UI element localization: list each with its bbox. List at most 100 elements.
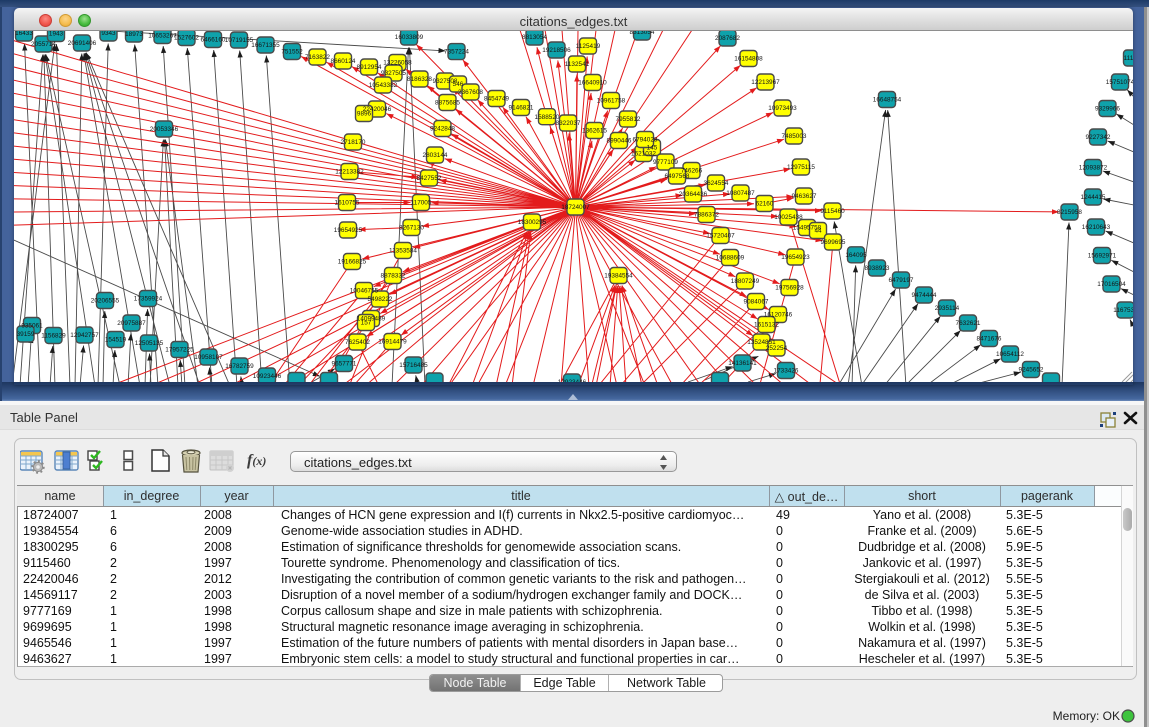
svg-text:2935114: 2935114 [935, 305, 960, 312]
svg-text:15751074: 15751074 [1106, 79, 1133, 86]
svg-text:16640910: 16640910 [578, 80, 607, 87]
svg-text:145: 145 [647, 145, 658, 152]
svg-text:2367608: 2367608 [458, 89, 483, 96]
svg-text:13226058: 13226058 [383, 60, 412, 67]
svg-text:2087682: 2087682 [715, 35, 740, 42]
svg-text:8186328: 8186328 [407, 76, 432, 83]
svg-text:18724007: 18724007 [561, 204, 590, 211]
svg-text:16671355: 16671355 [251, 42, 280, 49]
svg-text:1610755: 1610755 [335, 200, 360, 207]
svg-text:6466160: 6466160 [201, 37, 226, 44]
svg-text:15692971: 15692971 [1088, 253, 1117, 260]
svg-text:1167533: 1167533 [1113, 307, 1133, 314]
svg-text:1156829: 1156829 [41, 333, 66, 340]
svg-text:17359924: 17359924 [134, 296, 163, 303]
svg-text:16033809: 16033809 [395, 34, 424, 41]
svg-text:16914479: 16914479 [378, 339, 407, 346]
svg-text:9343: 9343 [101, 31, 116, 37]
svg-text:16648754: 16648754 [873, 97, 902, 104]
svg-text:19756928: 19756928 [775, 285, 804, 292]
svg-text:8215958: 8215958 [1057, 209, 1082, 216]
svg-text:9777109: 9777109 [653, 159, 678, 166]
svg-text:6794028: 6794028 [633, 137, 658, 144]
svg-text:1733426: 1733426 [774, 368, 799, 375]
svg-text:8912954: 8912954 [357, 64, 382, 71]
svg-text:10653267: 10653267 [148, 33, 177, 40]
svg-text:10807487: 10807487 [726, 190, 755, 197]
svg-text:19654923: 19654923 [781, 254, 810, 261]
svg-text:39159: 39159 [17, 331, 35, 338]
svg-text:154519: 154519 [105, 337, 127, 344]
svg-text:17957225: 17957225 [165, 347, 194, 354]
svg-text:9146821: 9146821 [509, 105, 534, 112]
svg-text:252254: 252254 [766, 345, 788, 352]
svg-text:11353584: 11353584 [389, 248, 417, 255]
svg-text:10961758: 10961758 [597, 98, 626, 105]
svg-text:9474444: 9474444 [912, 292, 937, 299]
svg-text:8267130: 8267130 [399, 225, 424, 232]
svg-text:2803144: 2803144 [423, 152, 448, 159]
svg-text:935061: 935061 [21, 323, 43, 330]
svg-text:117005: 117005 [411, 200, 432, 207]
svg-text:9242848: 9242848 [430, 126, 455, 133]
svg-text:10923446: 10923446 [253, 373, 282, 380]
svg-text:10654112: 10654112 [996, 351, 1024, 358]
svg-text:8427552: 8427552 [417, 175, 442, 182]
svg-text:751552: 751552 [281, 49, 303, 56]
svg-text:62160: 62160 [756, 201, 774, 208]
svg-text:12213382: 12213382 [335, 169, 364, 176]
svg-text:7886372: 7886372 [694, 212, 719, 219]
svg-text:16120746: 16120746 [764, 312, 793, 319]
svg-text:7485003: 7485003 [782, 133, 807, 140]
svg-text:3624554: 3624554 [704, 180, 729, 187]
svg-text:8813054: 8813054 [522, 34, 547, 41]
svg-text:12923446: 12923446 [558, 379, 587, 382]
svg-text:1621032: 1621032 [631, 151, 656, 158]
svg-text:19218506: 19218506 [542, 47, 571, 54]
svg-text:20975887: 20975887 [117, 320, 146, 327]
svg-text:16210643: 16210643 [1082, 224, 1111, 231]
svg-text:1244415: 1244415 [1081, 194, 1106, 201]
svg-text:546: 546 [453, 81, 464, 88]
svg-text:1132541: 1132541 [565, 61, 590, 68]
svg-text:12093872: 12093872 [1079, 165, 1108, 172]
svg-text:44: 44 [814, 228, 822, 235]
svg-text:7955812: 7955812 [616, 116, 641, 123]
svg-text:1527602: 1527602 [174, 35, 199, 42]
svg-text:8990446: 8990446 [607, 138, 632, 145]
svg-text:157: 157 [361, 320, 372, 327]
svg-text:9896: 9896 [357, 111, 372, 118]
svg-text:9245652: 9245652 [1019, 367, 1044, 374]
svg-text:12213967: 12213967 [751, 79, 780, 86]
svg-text:9463627: 9463627 [792, 193, 817, 200]
svg-text:8322037: 8322037 [556, 120, 581, 127]
svg-text:14136141: 14136141 [728, 360, 757, 367]
svg-text:15716485: 15716485 [399, 362, 428, 369]
svg-text:9227342: 9227342 [1086, 134, 1111, 141]
svg-text:12505135: 12505135 [135, 340, 164, 347]
svg-text:11123: 11123 [1124, 55, 1133, 62]
svg-text:16154808: 16154808 [734, 56, 763, 63]
svg-text:8938923: 8938923 [865, 265, 890, 272]
svg-text:1362615: 1362615 [582, 128, 607, 135]
svg-text:18300295: 18300295 [518, 219, 547, 226]
svg-text:19654925: 19654925 [334, 227, 363, 234]
svg-text:7357224: 7357224 [444, 49, 469, 56]
svg-text:1943: 1943 [49, 31, 64, 38]
svg-text:1125419: 1125419 [576, 43, 601, 50]
svg-text:2718170: 2718170 [341, 139, 366, 146]
svg-text:19384554: 19384554 [604, 273, 633, 280]
svg-text:9657771: 9657771 [332, 361, 357, 368]
svg-text:10958107: 10958107 [194, 354, 223, 361]
svg-text:10973493: 10973493 [768, 105, 797, 112]
svg-text:7163822: 7163822 [305, 54, 330, 61]
svg-text:8875685: 8875685 [435, 100, 460, 107]
svg-text:10688609: 10688609 [716, 255, 745, 262]
svg-text:6479197: 6479197 [889, 277, 914, 284]
svg-text:20053346: 20053346 [150, 126, 179, 133]
svg-text:2055714: 2055714 [31, 41, 56, 48]
svg-text:9699695: 9699695 [821, 239, 846, 246]
svg-text:18973: 18973 [125, 31, 143, 38]
svg-text:8454749: 8454749 [484, 96, 509, 103]
svg-text:12942757: 12942757 [70, 332, 99, 339]
